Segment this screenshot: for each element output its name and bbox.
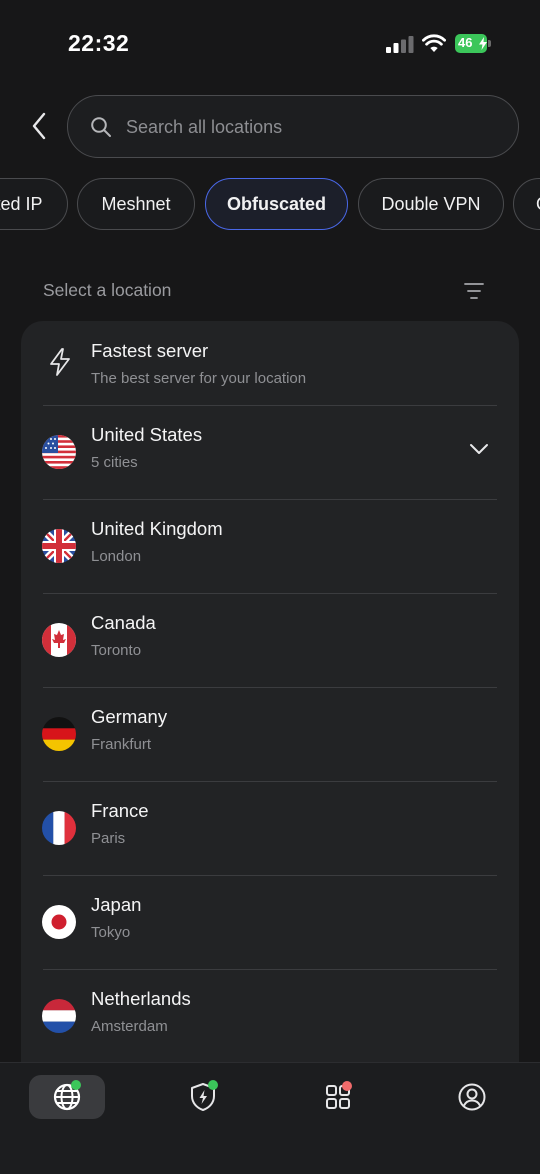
netherlands-flag-icon	[42, 999, 76, 1033]
chip-label: Obfuscated	[226, 193, 327, 214]
country-detail: Frankfurt	[91, 736, 152, 753]
country-row-germany[interactable]: Germany Frankfurt	[21, 688, 519, 782]
france-flag-icon	[42, 811, 76, 845]
search-input[interactable]	[126, 110, 486, 144]
server-type-chips: ted IP Meshnet Obfuscated Double VPN O	[0, 178, 540, 232]
location-list: Fastest server The best server for your …	[21, 321, 519, 1081]
country-detail: London	[91, 548, 142, 565]
country-name: Canada	[91, 612, 156, 633]
charging-bolt-icon	[479, 37, 487, 50]
chip-label: ted IP	[0, 193, 43, 214]
country-detail: Toronto	[91, 642, 142, 659]
bottom-tab-bar	[0, 1062, 540, 1174]
cellular-signal-icon	[386, 36, 414, 53]
country-name: United Kingdom	[91, 518, 223, 539]
row-subtitle: The best server for your location	[91, 370, 307, 387]
country-row-japan[interactable]: Japan Tokyo	[21, 876, 519, 970]
search-icon	[91, 117, 111, 137]
notification-badge	[342, 1081, 352, 1091]
status-bar: 22:32 46	[0, 0, 540, 90]
country-row-canada[interactable]: Canada Toronto	[21, 594, 519, 688]
chevron-left-icon	[32, 112, 46, 140]
us-flag-icon	[42, 435, 76, 469]
japan-flag-icon	[42, 905, 76, 939]
country-name: Japan	[91, 894, 142, 915]
section-header: Select a location	[43, 280, 497, 306]
country-detail: 5 cities	[91, 454, 138, 471]
tab-threat-protection[interactable]	[165, 1075, 241, 1119]
battery-level: 46	[458, 35, 473, 50]
chip-dedicated-ip[interactable]: ted IP	[0, 178, 68, 230]
chip-label: Double VPN	[381, 193, 481, 214]
filter-icon[interactable]	[463, 280, 485, 302]
chip-obfuscated[interactable]: Obfuscated	[205, 178, 348, 230]
wifi-icon	[422, 34, 446, 52]
chip-label: Meshnet	[101, 193, 171, 214]
germany-flag-icon	[42, 717, 76, 751]
country-detail: Paris	[91, 830, 126, 847]
protection-badge	[208, 1080, 218, 1090]
canada-flag-icon	[42, 623, 76, 657]
status-time: 22:32	[68, 30, 130, 56]
country-row-united-kingdom[interactable]: United Kingdom London	[21, 500, 519, 594]
uk-flag-icon	[42, 529, 76, 563]
battery-indicator: 46	[455, 34, 491, 53]
tab-services[interactable]	[300, 1075, 376, 1119]
chip-double-vpn[interactable]: Double VPN	[358, 178, 504, 230]
country-row-france[interactable]: France Paris	[21, 782, 519, 876]
country-name: Germany	[91, 706, 168, 727]
chip-onion[interactable]: O	[513, 178, 540, 230]
section-label: Select a location	[43, 280, 172, 300]
lightning-icon	[50, 348, 70, 376]
country-row-netherlands[interactable]: Netherlands Amsterdam	[21, 970, 519, 1064]
fastest-server-row[interactable]: Fastest server The best server for your …	[21, 321, 519, 406]
chevron-down-icon[interactable]	[469, 442, 489, 456]
country-row-united-states[interactable]: United States 5 cities	[21, 406, 519, 500]
country-detail: Tokyo	[91, 924, 131, 941]
chip-meshnet[interactable]: Meshnet	[77, 178, 195, 230]
country-name: United States	[91, 424, 203, 445]
country-detail: Amsterdam	[91, 1018, 168, 1035]
country-name: Netherlands	[91, 988, 191, 1009]
row-title: Fastest server	[91, 340, 209, 361]
battery-cap	[488, 40, 491, 47]
chip-label: O	[536, 194, 540, 215]
connected-badge	[71, 1080, 81, 1090]
search-box[interactable]	[67, 95, 519, 158]
tab-locations[interactable]	[29, 1075, 105, 1119]
back-button[interactable]	[24, 108, 54, 144]
country-name: France	[91, 800, 149, 821]
tab-profile[interactable]	[434, 1075, 510, 1119]
profile-icon	[458, 1083, 486, 1111]
